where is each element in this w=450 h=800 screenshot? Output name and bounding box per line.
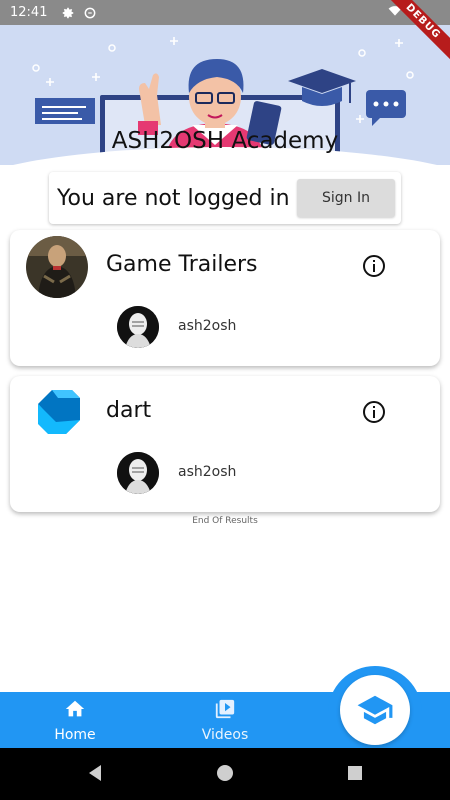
channel-title: dart: [106, 398, 152, 423]
author-avatar: [117, 306, 159, 348]
dart-logo: [26, 382, 88, 444]
login-status-text: You are not logged in: [57, 185, 290, 211]
end-of-results: End Of Results: [192, 516, 258, 526]
debug-ribbon: DEBUG: [370, 0, 450, 80]
back-icon[interactable]: [86, 764, 104, 782]
system-navigation-bar: [0, 748, 450, 800]
home-button-icon[interactable]: [216, 764, 234, 782]
sign-in-button[interactable]: Sign In: [297, 179, 395, 217]
info-icon[interactable]: [362, 254, 386, 278]
nav-home-label: Home: [54, 727, 96, 743]
home-icon: [65, 700, 85, 717]
data-saver-icon: [85, 7, 96, 18]
channel-card[interactable]: Game Trailers ash2osh: [10, 230, 440, 366]
debug-label: DEBUG: [378, 0, 450, 66]
info-icon[interactable]: [362, 400, 386, 424]
nav-videos-label: Videos: [201, 727, 249, 743]
login-status-box: You are not logged in Sign In: [49, 172, 401, 224]
nav-videos[interactable]: Videos: [185, 698, 265, 743]
author-name: ash2osh: [178, 464, 237, 480]
author-name: ash2osh: [178, 318, 237, 334]
channel-card[interactable]: dart ash2osh: [10, 376, 440, 512]
channel-title: Game Trailers: [106, 252, 258, 277]
graduation-cap-icon: [357, 695, 393, 725]
author-avatar: [117, 452, 159, 494]
app-title: ASH2OSH Academy: [111, 128, 339, 154]
recents-icon[interactable]: [346, 764, 364, 782]
video-library-icon: [215, 699, 235, 719]
nav-home[interactable]: Home: [35, 698, 115, 743]
game-trailers-thumbnail: [26, 236, 88, 298]
settings-icon: [63, 7, 74, 18]
status-time: 12:41: [10, 5, 48, 20]
courses-fab[interactable]: [340, 675, 410, 745]
